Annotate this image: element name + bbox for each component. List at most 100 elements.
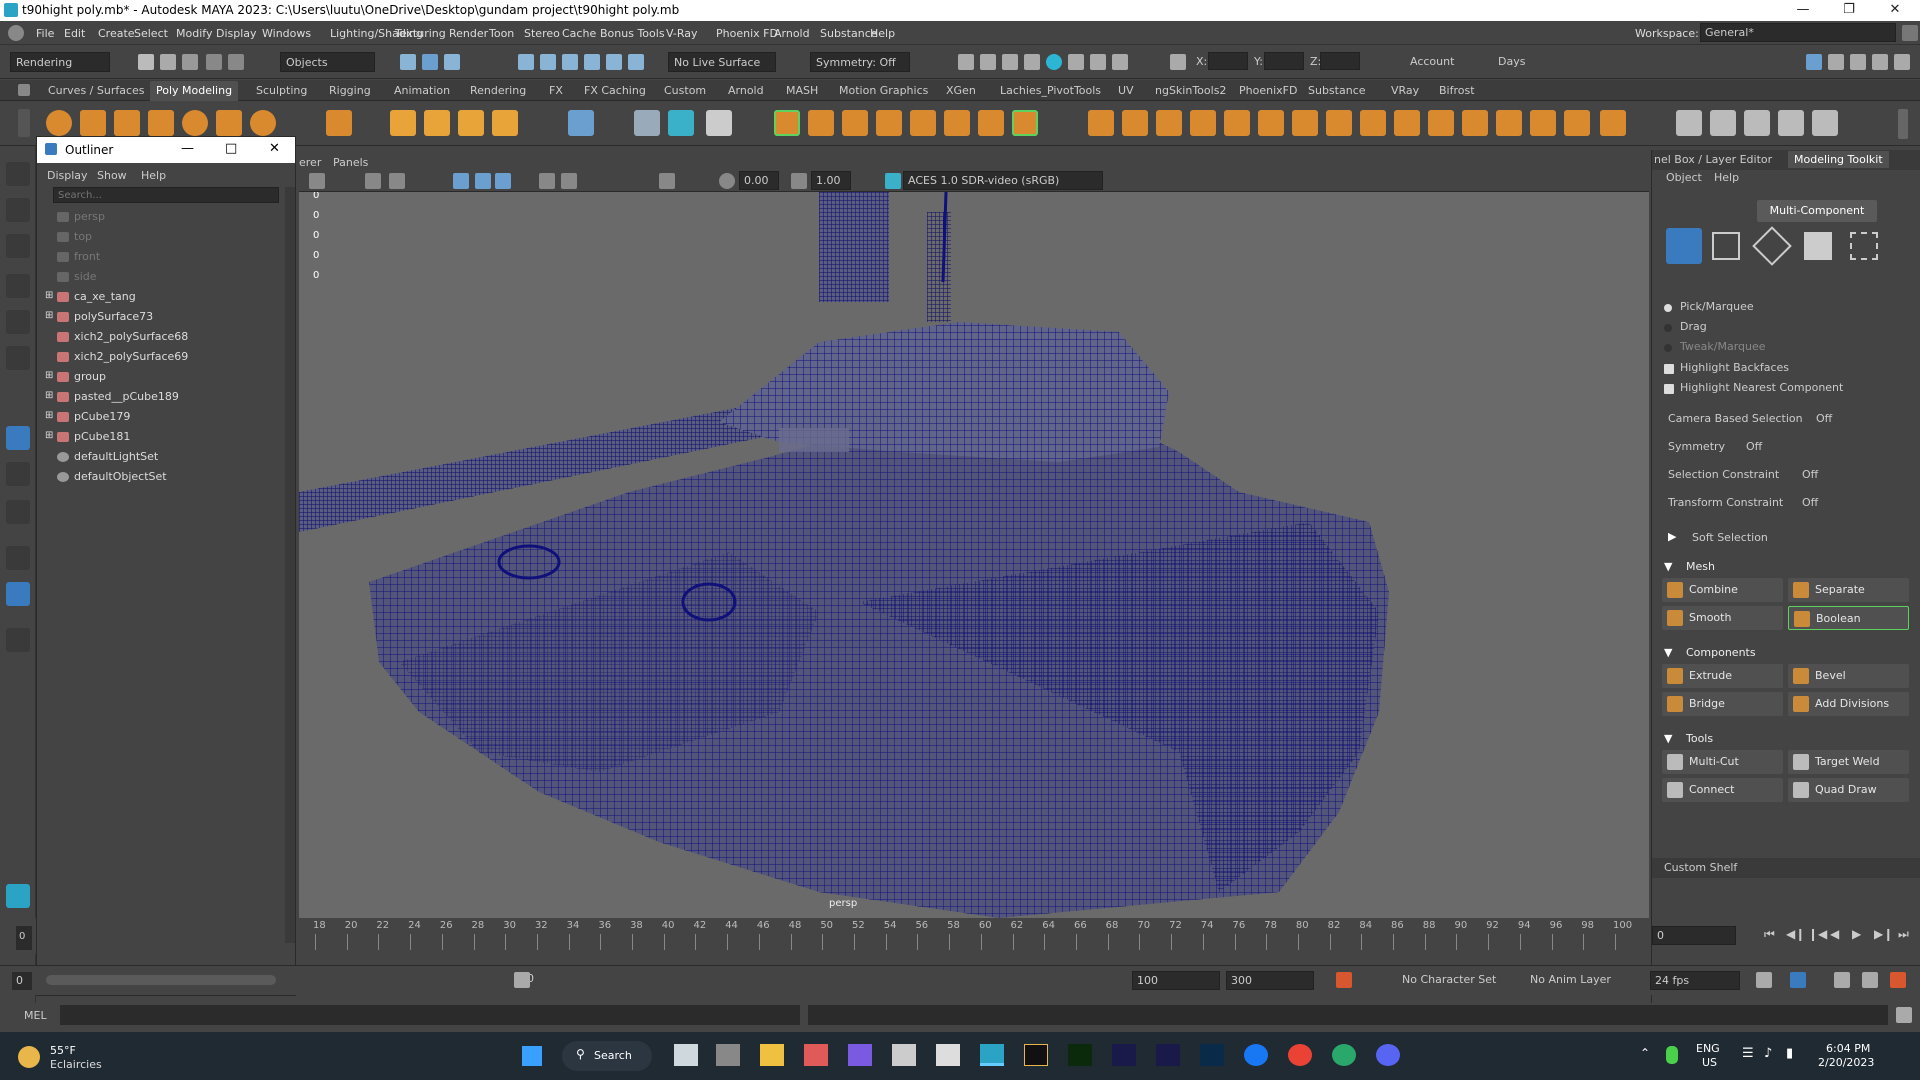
expand-icon[interactable]: ⊞ bbox=[45, 310, 53, 321]
merge-center-icon[interactable] bbox=[1360, 110, 1386, 136]
wireframe-on-shaded-icon[interactable] bbox=[475, 173, 491, 189]
make-hole-icon[interactable] bbox=[1258, 110, 1284, 136]
outliner-menu-show[interactable]: Show bbox=[97, 169, 127, 182]
close-button[interactable]: ✕ bbox=[1872, 0, 1918, 21]
script-editor-icon[interactable] bbox=[1890, 972, 1906, 988]
search-tool-icon[interactable] bbox=[6, 628, 30, 652]
microphone-icon[interactable] bbox=[1666, 1046, 1678, 1064]
uv-mode-icon[interactable] bbox=[1850, 232, 1878, 260]
auto-key-icon[interactable] bbox=[1336, 972, 1352, 988]
maximize-button[interactable]: ❐ bbox=[1826, 0, 1872, 21]
bevel-button[interactable]: Bevel bbox=[1788, 664, 1909, 688]
shelf-options-icon[interactable] bbox=[18, 109, 30, 137]
menu-display[interactable]: Display bbox=[216, 27, 257, 40]
setting-value-dropdown[interactable]: Off bbox=[1802, 496, 1818, 509]
tweak-marquee-radio[interactable] bbox=[1664, 344, 1672, 352]
object-mode-icon[interactable] bbox=[1666, 228, 1702, 264]
separate-button[interactable]: Separate bbox=[1788, 578, 1909, 602]
outliner-menu-display[interactable]: Display bbox=[47, 169, 88, 182]
snap-view-icon[interactable] bbox=[584, 54, 600, 70]
shelf-tab-poly-modeling[interactable]: Poly Modeling bbox=[150, 81, 239, 101]
setting-value-dropdown[interactable]: Off bbox=[1746, 440, 1762, 453]
combine-shelf-icon[interactable] bbox=[774, 110, 800, 136]
soft-selection-arrow-icon[interactable]: ▶ bbox=[1668, 530, 1676, 543]
mtk-menu-help[interactable]: Help bbox=[1714, 171, 1739, 184]
render-setup-icon[interactable] bbox=[1068, 54, 1084, 70]
tab-channel-box[interactable]: nel Box / Layer Editor bbox=[1654, 153, 1772, 166]
loop-icon[interactable] bbox=[1756, 972, 1772, 988]
poly-cylinder-icon[interactable] bbox=[114, 110, 140, 136]
maya-home-icon[interactable] bbox=[6, 884, 30, 908]
workspace-dropdown[interactable]: General* bbox=[1700, 23, 1896, 42]
mtk-menu-object[interactable]: Object bbox=[1666, 171, 1702, 184]
snap-to-icon[interactable] bbox=[634, 110, 660, 136]
vertex-mode-icon[interactable] bbox=[1712, 232, 1740, 260]
menu-cache[interactable]: Cache bbox=[562, 27, 596, 40]
poly-cube-icon[interactable] bbox=[80, 110, 106, 136]
home-icon[interactable] bbox=[8, 25, 24, 41]
split-polygon-icon[interactable] bbox=[1710, 110, 1736, 136]
gamma-field[interactable]: 1.00 bbox=[811, 171, 851, 190]
shelf-tab-phoenixfd[interactable]: PhoenixFD bbox=[1239, 84, 1297, 97]
snap-pivot-icon[interactable] bbox=[628, 54, 644, 70]
render-view-icon[interactable] bbox=[958, 54, 974, 70]
outliner-item[interactable]: side bbox=[37, 269, 277, 285]
menu-v-ray[interactable]: V-Ray bbox=[666, 27, 698, 40]
step-back-icon[interactable]: ◀❙ bbox=[1786, 927, 1805, 941]
app-icon[interactable] bbox=[892, 1044, 916, 1066]
range-slider-end-handle[interactable] bbox=[514, 972, 530, 988]
z-field[interactable] bbox=[1320, 52, 1360, 70]
go-to-end-icon[interactable]: ⏭ bbox=[1898, 927, 1909, 942]
highlight-backfaces-checkbox[interactable] bbox=[1664, 364, 1674, 374]
tray-overflow-icon[interactable]: ⌃ bbox=[1640, 1046, 1650, 1060]
offset-edge-loop-icon[interactable] bbox=[1428, 110, 1454, 136]
edge-mode-icon[interactable] bbox=[1752, 226, 1792, 266]
outliner-item[interactable]: ⊞ polySurface73 bbox=[37, 309, 277, 325]
language-label[interactable]: ENG bbox=[1696, 1042, 1720, 1055]
bridge-button[interactable]: Bridge bbox=[1662, 692, 1783, 716]
menu-windows[interactable]: Windows bbox=[262, 27, 311, 40]
edge-flow-icon[interactable] bbox=[1744, 110, 1770, 136]
windows-start-icon[interactable] bbox=[522, 1046, 542, 1066]
select-tool-icon[interactable] bbox=[6, 162, 30, 186]
multi-cut-button[interactable]: Multi-Cut bbox=[1662, 750, 1783, 774]
marvelous-icon[interactable] bbox=[1024, 1044, 1048, 1066]
isolate-select-icon[interactable] bbox=[659, 173, 675, 189]
gamma-icon[interactable] bbox=[791, 173, 807, 189]
prev-key-icon[interactable]: ❙◀ bbox=[1808, 927, 1827, 941]
region-label[interactable]: US bbox=[1702, 1056, 1717, 1069]
account-label[interactable]: Account bbox=[1410, 55, 1454, 68]
mel-input[interactable] bbox=[60, 1005, 800, 1025]
poly-disc-icon[interactable] bbox=[250, 110, 276, 136]
start-frame-field[interactable]: 0 bbox=[12, 972, 32, 990]
smooth-button[interactable]: Smooth bbox=[1662, 606, 1783, 630]
fill-hole-icon[interactable] bbox=[1190, 110, 1216, 136]
slide-edge-icon[interactable] bbox=[1778, 110, 1804, 136]
textured-icon[interactable] bbox=[495, 173, 511, 189]
custom-shelf-header[interactable]: Custom Shelf bbox=[1652, 858, 1920, 878]
tab-modeling-toolkit[interactable]: Modeling Toolkit bbox=[1788, 151, 1889, 168]
outliner-item[interactable]: xich2_polySurface69 bbox=[37, 349, 277, 365]
menu-substance[interactable]: Substance bbox=[820, 27, 878, 40]
outliner-minimize-button[interactable]: — bbox=[181, 141, 194, 156]
camera-attributes-icon[interactable] bbox=[309, 173, 325, 189]
edge-icon[interactable] bbox=[1332, 1044, 1356, 1066]
components-collapse-icon[interactable]: ▼ bbox=[1664, 646, 1672, 659]
anim-end-field[interactable]: 300 bbox=[1226, 971, 1314, 990]
four-view-layout-icon[interactable] bbox=[6, 462, 30, 486]
pause-viewport-icon[interactable] bbox=[1112, 54, 1128, 70]
connect-button[interactable]: Connect bbox=[1662, 778, 1783, 802]
battery-icon[interactable]: ▮ bbox=[1786, 1046, 1793, 1061]
pick-marquee-radio[interactable] bbox=[1664, 304, 1672, 312]
painter-icon[interactable] bbox=[1068, 1044, 1092, 1066]
shelf-tab-xgen[interactable]: XGen bbox=[946, 84, 976, 97]
merge-icon[interactable] bbox=[1292, 110, 1318, 136]
clock-time[interactable]: 6:04 PM bbox=[1826, 1042, 1870, 1055]
current-frame-field[interactable]: 0 bbox=[1652, 926, 1736, 945]
move-tool-icon[interactable] bbox=[6, 274, 30, 298]
chrome-icon[interactable] bbox=[1288, 1044, 1312, 1066]
exposure-icon[interactable] bbox=[719, 173, 735, 189]
circularize-icon[interactable] bbox=[1530, 110, 1556, 136]
snap-surface-icon[interactable] bbox=[606, 54, 622, 70]
center-pivot-icon[interactable] bbox=[706, 110, 732, 136]
